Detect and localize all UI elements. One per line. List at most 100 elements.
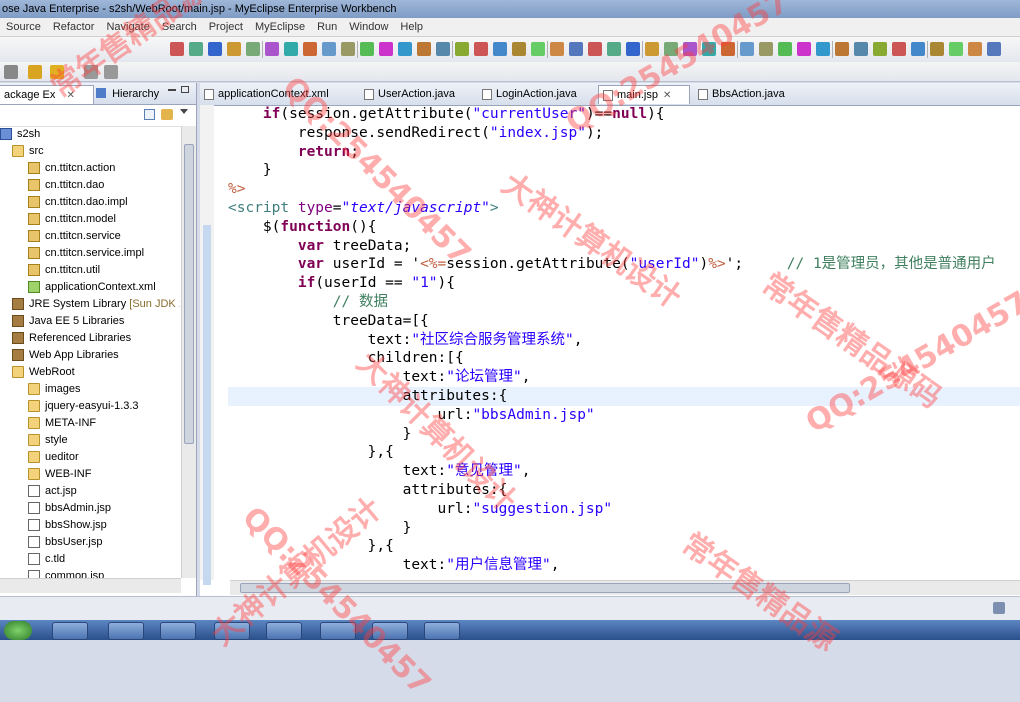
tree-item[interactable]: WEB-INF: [0, 466, 180, 483]
toolbar-button-icon[interactable]: [873, 42, 887, 56]
toolbar-button-icon[interactable]: [759, 42, 773, 56]
tree-item[interactable]: cn.ttitcn.service: [0, 228, 180, 245]
tree-item[interactable]: cn.ttitcn.model: [0, 211, 180, 228]
tree-item[interactable]: cn.ttitcn.action: [0, 160, 180, 177]
toolbar-button-icon[interactable]: [797, 42, 811, 56]
scrollbar-thumb[interactable]: [240, 583, 850, 593]
toolbar-button-icon[interactable]: [360, 42, 374, 56]
toolbar-button-icon[interactable]: [854, 42, 868, 56]
tree-item[interactable]: cn.ttitcn.dao.impl: [0, 194, 180, 211]
menu-item-navigate[interactable]: Navigate: [100, 18, 155, 36]
tab-hierarchy[interactable]: Hierarchy: [92, 85, 170, 103]
toolbar-button-icon[interactable]: [645, 42, 659, 56]
tree-item[interactable]: act.jsp: [0, 483, 180, 500]
toolbar-button-icon[interactable]: [911, 42, 925, 56]
taskbar-app-ie[interactable]: [214, 622, 250, 640]
tree-item[interactable]: common.jsp: [0, 568, 180, 578]
maximize-icon[interactable]: [181, 86, 189, 93]
menu-item-run[interactable]: Run: [311, 18, 343, 36]
code-area[interactable]: if(session.getAttribute("currentUser")==…: [228, 105, 1020, 580]
toolbar-button-icon[interactable]: [474, 42, 488, 56]
toolbar-button-icon[interactable]: [265, 42, 279, 56]
tree-item[interactable]: cn.ttitcn.service.impl: [0, 245, 180, 262]
menu-item-refactor[interactable]: Refactor: [47, 18, 101, 36]
tree-item[interactable]: ueditor: [0, 449, 180, 466]
tree-vertical-scrollbar[interactable]: [181, 126, 196, 578]
toolbar-button-icon[interactable]: [569, 42, 583, 56]
tree-item[interactable]: Web App Libraries: [0, 347, 180, 364]
toolbar-button-icon[interactable]: [968, 42, 982, 56]
start-button[interactable]: [4, 621, 32, 640]
minimize-icon[interactable]: [168, 89, 176, 91]
toolbar-button-icon[interactable]: [246, 42, 260, 56]
toolbar-button-icon[interactable]: [512, 42, 526, 56]
tree-item[interactable]: style: [0, 432, 180, 449]
editor-tab[interactable]: UserAction.java: [360, 85, 474, 104]
toolbar-button-icon[interactable]: [189, 42, 203, 56]
toolbar-button-icon[interactable]: [949, 42, 963, 56]
toolbar-button-icon[interactable]: [664, 42, 678, 56]
close-icon[interactable]: ✕: [66, 90, 74, 101]
toolbar-button-icon[interactable]: [284, 42, 298, 56]
tab-package-explorer[interactable]: ackage Ex ✕: [0, 85, 94, 104]
tree-item[interactable]: Referenced Libraries: [0, 330, 180, 347]
tree-item[interactable]: WebRoot: [0, 364, 180, 381]
toolbar-button-icon[interactable]: [436, 42, 450, 56]
last-edit-icon[interactable]: [28, 65, 42, 79]
toolbar-button-icon[interactable]: [778, 42, 792, 56]
collapse-all-icon[interactable]: [144, 109, 155, 120]
toolbar-button-icon[interactable]: [398, 42, 412, 56]
menu-item-window[interactable]: Window: [343, 18, 394, 36]
tree-horizontal-scrollbar[interactable]: [0, 578, 181, 593]
taskbar-app-qq[interactable]: [266, 622, 302, 640]
scrollbar-thumb[interactable]: [184, 144, 194, 444]
toolbar-button-icon[interactable]: [417, 42, 431, 56]
editor-tab[interactable]: main.jsp ✕: [598, 85, 690, 104]
link-with-editor-icon[interactable]: [161, 109, 173, 120]
toolbar-button-icon[interactable]: [531, 42, 545, 56]
tree-item[interactable]: jquery-easyui-1.3.3: [0, 398, 180, 415]
forward-icon[interactable]: [84, 65, 98, 79]
tree-item[interactable]: bbsShow.jsp: [0, 517, 180, 534]
taskbar-app-avatar[interactable]: [52, 622, 88, 640]
toolbar-button-icon[interactable]: [740, 42, 754, 56]
toolbar-button-icon[interactable]: [493, 42, 507, 56]
toolbar-button-icon[interactable]: [170, 42, 184, 56]
editor-tab[interactable]: BbsAction.java: [694, 85, 794, 104]
toolbar-button-icon[interactable]: [607, 42, 621, 56]
toolbar-button-icon[interactable]: [702, 42, 716, 56]
tree-item[interactable]: Java EE 5 Libraries: [0, 313, 180, 330]
toolbar-button-icon[interactable]: [721, 42, 735, 56]
taskbar-app-green[interactable]: [424, 622, 460, 640]
toolbar-button-icon[interactable]: [455, 42, 469, 56]
toolbar-button-icon[interactable]: [379, 42, 393, 56]
status-icon[interactable]: [993, 602, 1005, 614]
toolbar-button-icon[interactable]: [322, 42, 336, 56]
toolbar-button-icon[interactable]: [987, 42, 1001, 56]
menu-item-search[interactable]: Search: [156, 18, 203, 36]
menu-item-help[interactable]: Help: [394, 18, 429, 36]
tree-item[interactable]: META-INF: [0, 415, 180, 432]
pin-icon[interactable]: [4, 65, 18, 79]
close-icon[interactable]: ✕: [663, 90, 671, 101]
tree-item[interactable]: bbsAdmin.jsp: [0, 500, 180, 517]
tree-item[interactable]: cn.ttitcn.dao: [0, 177, 180, 194]
tree-item[interactable]: src: [0, 143, 180, 160]
toolbar-button-icon[interactable]: [550, 42, 564, 56]
back-icon[interactable]: [50, 65, 64, 79]
menu-item-source[interactable]: Source: [0, 18, 47, 36]
tree-item[interactable]: s2sh: [0, 126, 180, 143]
toolbar-button-icon[interactable]: [588, 42, 602, 56]
tree-item[interactable]: images: [0, 381, 180, 398]
toolbar-button-icon[interactable]: [341, 42, 355, 56]
taskbar-app-browser[interactable]: [372, 622, 408, 640]
toolbar-button-icon[interactable]: [303, 42, 317, 56]
tree-item[interactable]: applicationContext.xml: [0, 279, 180, 296]
taskbar-app-folder[interactable]: [108, 622, 144, 640]
tree-item[interactable]: JRE System Library [Sun JDK 1: [0, 296, 180, 313]
menu-item-myeclipse[interactable]: MyEclipse: [249, 18, 311, 36]
toolbar-button-icon[interactable]: [930, 42, 944, 56]
menu-item-project[interactable]: Project: [203, 18, 249, 36]
taskbar-app-media[interactable]: [160, 622, 196, 640]
tree-item[interactable]: cn.ttitcn.util: [0, 262, 180, 279]
